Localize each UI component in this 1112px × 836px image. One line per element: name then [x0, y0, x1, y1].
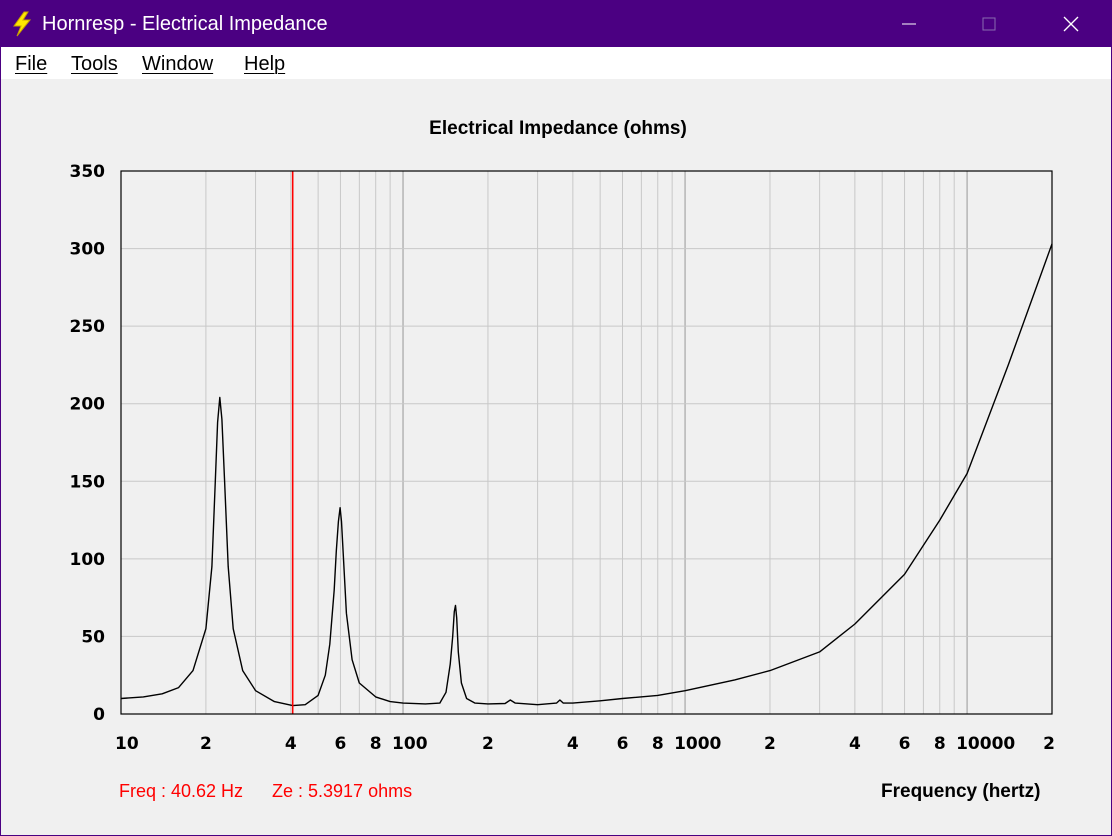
chart-panel: Electrical Impedance (ohms) 0 50 100 150 200… — [1, 79, 1111, 835]
y-tick-label: 250 — [70, 317, 106, 337]
y-tick-label: 350 — [70, 162, 106, 182]
menu-bar: File Tools Window Help — [1, 47, 1111, 79]
freq-readout: Freq : 40.62 Hz — [119, 781, 244, 801]
close-icon — [1063, 16, 1079, 32]
x-axis-label: Frequency (hertz) — [881, 781, 1041, 802]
x-tick-label: 10 — [115, 734, 139, 754]
window-title: Hornresp - Electrical Impedance — [42, 13, 328, 35]
x-tick-label: 4 — [567, 734, 579, 754]
y-tick-label: 150 — [70, 472, 106, 492]
x-tick-label: 2 — [1043, 734, 1055, 754]
impedance-readout: Ze : 5.3917 ohms — [272, 781, 413, 801]
y-tick-label: 200 — [70, 395, 106, 415]
minimize-icon — [902, 23, 916, 25]
menu-help[interactable]: Help — [244, 53, 285, 76]
x-tick-label: 6 — [899, 734, 911, 754]
x-tick-label: 6 — [335, 734, 347, 754]
close-button[interactable] — [1041, 1, 1101, 47]
plot-frame — [120, 170, 1053, 715]
minimize-button[interactable] — [879, 1, 939, 47]
impedance-chart[interactable]: Electrical Impedance (ohms) 0 50 100 150 200… — [1, 79, 1111, 835]
x-tick-label: 2 — [764, 734, 776, 754]
y-tick-label: 0 — [93, 705, 105, 725]
menu-file[interactable]: File — [15, 53, 47, 76]
maximize-button[interactable] — [959, 1, 1019, 47]
x-tick-label: 2 — [482, 734, 494, 754]
y-tick-label: 50 — [81, 627, 105, 647]
x-tick-label: 8 — [652, 734, 664, 754]
maximize-icon — [982, 17, 996, 31]
x-tick-label: 100 — [392, 734, 428, 754]
x-tick-label: 10000 — [956, 734, 1015, 754]
x-tick-label: 4 — [285, 734, 297, 754]
y-tick-label: 300 — [70, 240, 106, 260]
x-tick-label: 1000 — [674, 734, 721, 754]
app-window: Hornresp - Electrical Impedance File Too… — [0, 0, 1112, 836]
lightning-bolt-icon — [13, 11, 32, 37]
x-tick-label: 8 — [934, 734, 946, 754]
menu-tools[interactable]: Tools — [71, 53, 118, 76]
x-tick-label: 6 — [617, 734, 629, 754]
x-tick-label: 4 — [849, 734, 861, 754]
title-bar[interactable]: Hornresp - Electrical Impedance — [1, 1, 1111, 47]
x-tick-label: 8 — [370, 734, 382, 754]
y-tick-label: 100 — [70, 550, 106, 570]
menu-window[interactable]: Window — [142, 53, 213, 76]
x-tick-label: 2 — [200, 734, 212, 754]
chart-title: Electrical Impedance (ohms) — [429, 118, 687, 139]
